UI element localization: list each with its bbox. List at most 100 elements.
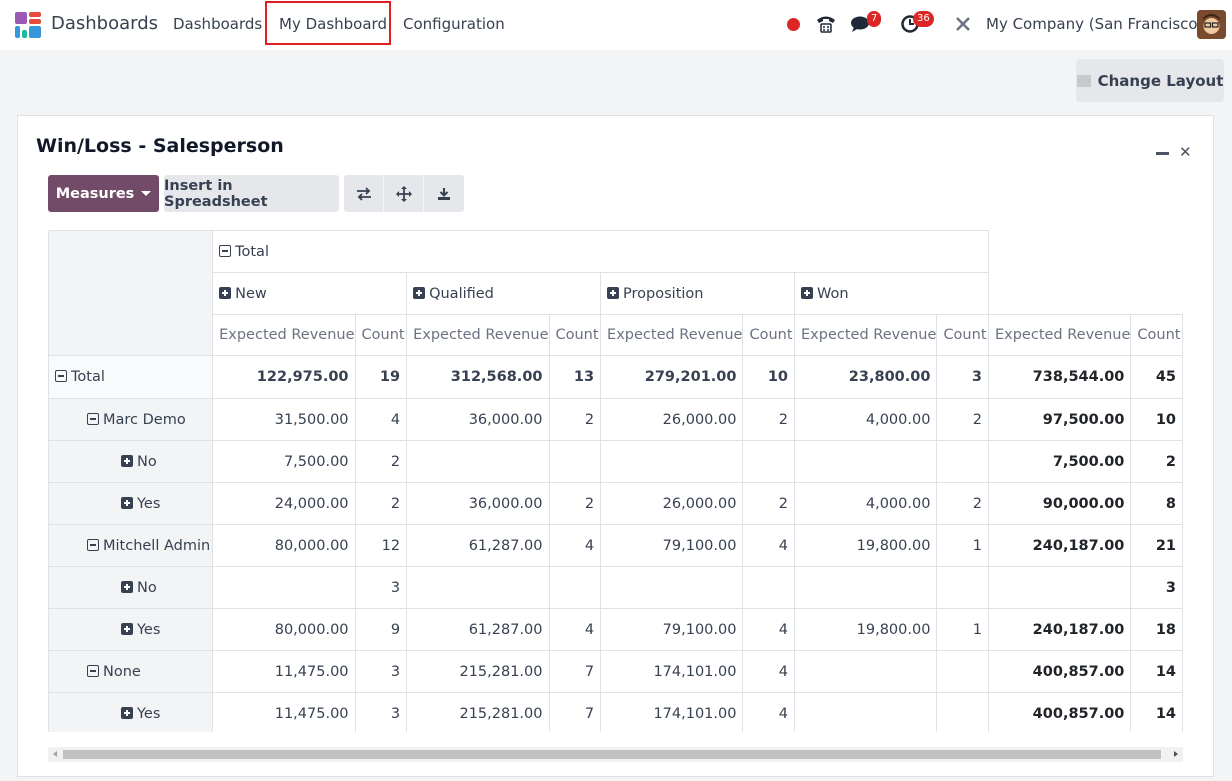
pivot-cell[interactable] bbox=[794, 650, 938, 693]
pivot-cell[interactable]: 11,475.00 bbox=[212, 650, 356, 693]
row-header[interactable]: No bbox=[48, 566, 214, 609]
pivot-cell[interactable]: 240,187.00 bbox=[987, 608, 1132, 651]
col-header-total[interactable]: Total bbox=[212, 230, 989, 273]
pivot-cell[interactable]: 80,000.00 bbox=[212, 608, 356, 651]
row-header[interactable]: Total bbox=[48, 355, 214, 399]
pivot-cell[interactable] bbox=[600, 566, 744, 609]
pivot-cell[interactable]: 2 bbox=[936, 398, 989, 441]
col-header-proposition[interactable]: Proposition bbox=[600, 272, 796, 315]
pivot-cell[interactable]: 3 bbox=[1130, 566, 1183, 609]
scrollbar-thumb[interactable] bbox=[63, 750, 1161, 759]
measure-header-expected-revenue[interactable]: Expected Revenue bbox=[406, 314, 550, 356]
pivot-cell[interactable]: 174,101.00 bbox=[600, 692, 744, 732]
measure-header-expected-revenue[interactable]: Expected Revenue bbox=[987, 314, 1132, 356]
pivot-cell[interactable]: 2 bbox=[548, 482, 602, 525]
pivot-cell[interactable]: 4 bbox=[548, 608, 602, 651]
insert-spreadsheet-button[interactable]: Insert in Spreadsheet bbox=[164, 175, 339, 212]
row-header[interactable]: Yes bbox=[48, 482, 214, 525]
row-header[interactable]: None bbox=[48, 650, 214, 693]
pivot-cell[interactable] bbox=[936, 650, 989, 693]
pivot-cell[interactable] bbox=[406, 566, 550, 609]
phone-icon[interactable] bbox=[815, 13, 837, 35]
dashboards-app-icon[interactable] bbox=[15, 12, 41, 38]
menu-dashboards[interactable]: Dashboards bbox=[173, 15, 262, 33]
pivot-cell[interactable]: 400,857.00 bbox=[987, 650, 1132, 693]
pivot-cell[interactable]: 400,857.00 bbox=[987, 692, 1132, 732]
col-header-won[interactable]: Won bbox=[794, 272, 989, 315]
status-dot[interactable] bbox=[787, 18, 800, 31]
pivot-cell[interactable] bbox=[936, 692, 989, 732]
pivot-cell[interactable]: 26,000.00 bbox=[600, 398, 744, 441]
pivot-cell[interactable]: 1 bbox=[936, 608, 989, 651]
pivot-cell[interactable]: 240,187.00 bbox=[987, 524, 1132, 567]
pivot-cell[interactable]: 45 bbox=[1130, 355, 1183, 399]
row-header[interactable]: Marc Demo bbox=[48, 398, 214, 441]
pivot-cell[interactable]: 80,000.00 bbox=[212, 524, 356, 567]
close-icon[interactable]: ✕ bbox=[1179, 143, 1192, 161]
pivot-cell[interactable]: 97,500.00 bbox=[987, 398, 1132, 441]
user-avatar[interactable] bbox=[1197, 10, 1226, 39]
pivot-cell[interactable]: 174,101.00 bbox=[600, 650, 744, 693]
col-header-qualified[interactable]: Qualified bbox=[406, 272, 602, 315]
app-name[interactable]: Dashboards bbox=[51, 13, 158, 34]
pivot-cell[interactable]: 14 bbox=[1130, 692, 1183, 732]
pivot-cell[interactable] bbox=[987, 566, 1132, 609]
expand-all-button[interactable] bbox=[384, 175, 424, 212]
pivot-cell[interactable]: 19,800.00 bbox=[794, 608, 938, 651]
measure-header-count[interactable]: Count bbox=[548, 314, 602, 356]
pivot-cell[interactable]: 14 bbox=[1130, 650, 1183, 693]
pivot-cell[interactable]: 4 bbox=[742, 692, 796, 732]
pivot-cell[interactable]: 2 bbox=[548, 398, 602, 441]
pivot-cell[interactable]: 7 bbox=[548, 692, 602, 732]
pivot-cell[interactable]: 2 bbox=[742, 398, 796, 441]
pivot-cell[interactable]: 13 bbox=[548, 355, 602, 399]
pivot-cell[interactable]: 36,000.00 bbox=[406, 482, 550, 525]
pivot-cell[interactable]: 8 bbox=[1130, 482, 1183, 525]
pivot-cell[interactable]: 3 bbox=[354, 566, 408, 609]
pivot-cell[interactable]: 2 bbox=[354, 440, 408, 483]
pivot-cell[interactable]: 12 bbox=[354, 524, 408, 567]
pivot-cell[interactable] bbox=[794, 566, 938, 609]
col-header-new[interactable]: New bbox=[212, 272, 408, 315]
pivot-cell[interactable]: 4 bbox=[354, 398, 408, 441]
pivot-cell[interactable]: 26,000.00 bbox=[600, 482, 744, 525]
pivot-cell[interactable] bbox=[742, 440, 796, 483]
pivot-cell[interactable] bbox=[600, 440, 744, 483]
pivot-cell[interactable]: 215,281.00 bbox=[406, 692, 550, 732]
measure-header-expected-revenue[interactable]: Expected Revenue bbox=[600, 314, 744, 356]
pivot-cell[interactable]: 4 bbox=[742, 608, 796, 651]
pivot-cell[interactable] bbox=[794, 692, 938, 732]
pivot-cell[interactable]: 2 bbox=[1130, 440, 1183, 483]
pivot-cell[interactable]: 11,475.00 bbox=[212, 692, 356, 732]
measure-header-count[interactable]: Count bbox=[1130, 314, 1183, 356]
pivot-cell[interactable]: 18 bbox=[1130, 608, 1183, 651]
measure-header-count[interactable]: Count bbox=[354, 314, 408, 356]
pivot-cell[interactable] bbox=[212, 566, 356, 609]
pivot-cell[interactable]: 24,000.00 bbox=[212, 482, 356, 525]
pivot-cell[interactable] bbox=[742, 566, 796, 609]
pivot-cell[interactable]: 4,000.00 bbox=[794, 482, 938, 525]
company-switcher[interactable]: My Company (San Francisco) bbox=[986, 15, 1203, 33]
minimize-icon[interactable] bbox=[1156, 152, 1169, 155]
measures-button[interactable]: Measures bbox=[48, 175, 159, 212]
pivot-cell[interactable] bbox=[406, 440, 550, 483]
pivot-cell[interactable]: 7 bbox=[548, 650, 602, 693]
pivot-cell[interactable]: 3 bbox=[354, 692, 408, 732]
pivot-cell[interactable]: 19 bbox=[354, 355, 408, 399]
pivot-cell[interactable] bbox=[936, 440, 989, 483]
pivot-cell[interactable]: 4,000.00 bbox=[794, 398, 938, 441]
pivot-cell[interactable]: 2 bbox=[936, 482, 989, 525]
pivot-cell[interactable]: 215,281.00 bbox=[406, 650, 550, 693]
horizontal-scrollbar[interactable] bbox=[48, 747, 1183, 762]
pivot-cell[interactable] bbox=[936, 566, 989, 609]
pivot-cell[interactable]: 2 bbox=[742, 482, 796, 525]
row-header[interactable]: Mitchell Admin bbox=[48, 524, 214, 567]
pivot-cell[interactable]: 3 bbox=[354, 650, 408, 693]
pivot-cell[interactable]: 1 bbox=[936, 524, 989, 567]
pivot-cell[interactable]: 10 bbox=[742, 355, 796, 399]
pivot-cell[interactable]: 79,100.00 bbox=[600, 608, 744, 651]
pivot-cell[interactable]: 3 bbox=[936, 355, 989, 399]
row-header[interactable]: No bbox=[48, 440, 214, 483]
pivot-cell[interactable]: 90,000.00 bbox=[987, 482, 1132, 525]
measure-header-expected-revenue[interactable]: Expected Revenue bbox=[212, 314, 356, 356]
